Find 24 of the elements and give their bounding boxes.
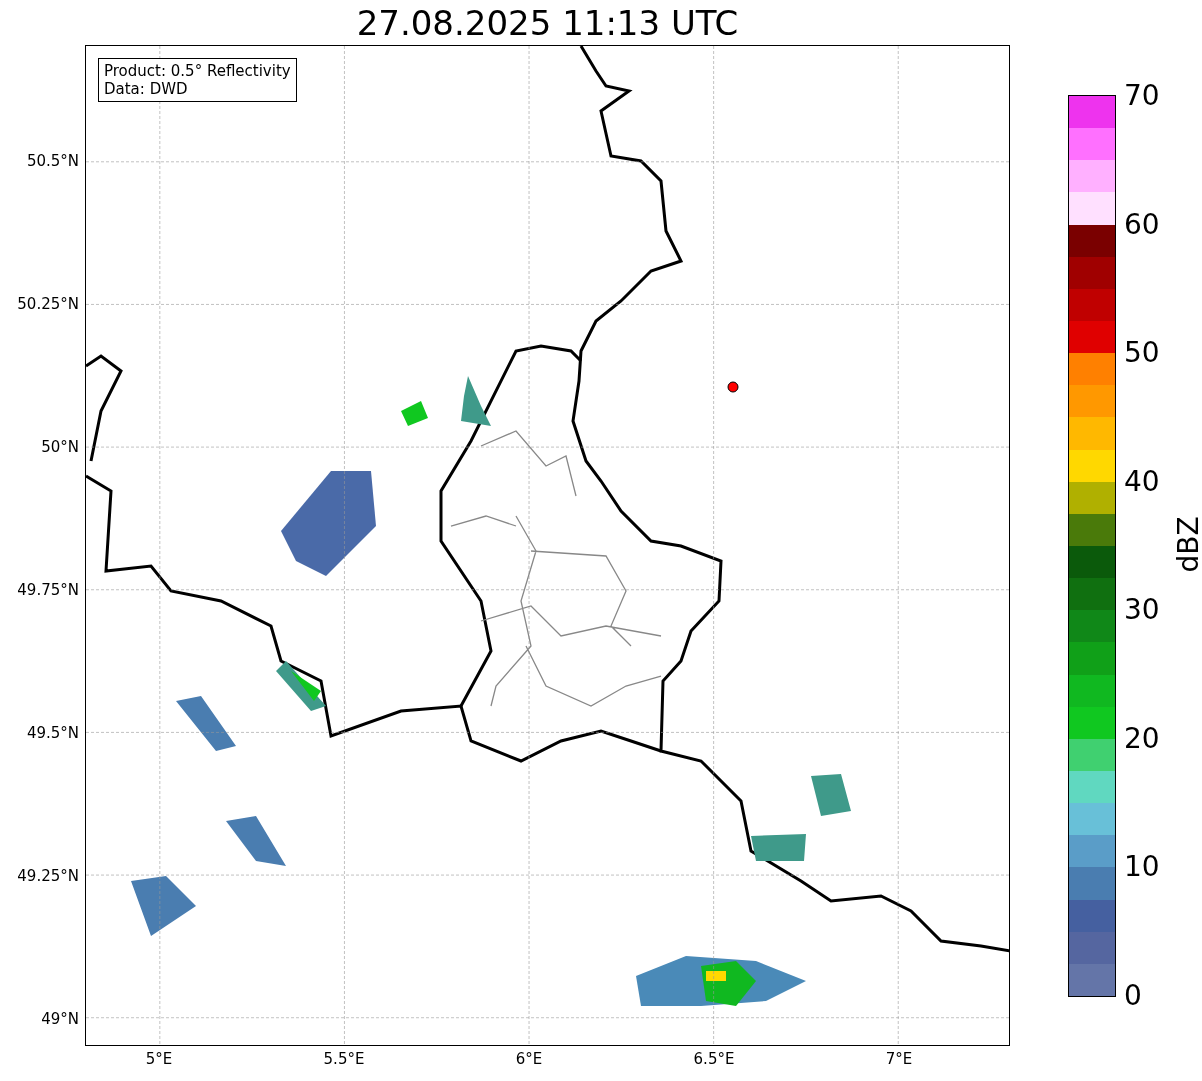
colorbar-tick-label: 60 [1124, 208, 1160, 241]
chart-title: 27.08.2025 11:13 UTC [355, 3, 740, 43]
colorbar-tick-label: 0 [1124, 979, 1143, 1012]
colorbar-tick-label: 70 [1124, 80, 1160, 112]
colorbar-tick-label: 30 [1124, 594, 1160, 627]
axis-tick-label: 49.25°N [17, 866, 79, 885]
axis-tick-label: 50.5°N [26, 152, 79, 170]
colorbar-tick-label: 20 [1124, 722, 1160, 755]
axis-tick-label: 5°E [145, 1050, 173, 1068]
axis-tick-label: 6.5°E [693, 1050, 735, 1068]
axis-tick-label: 7°E [885, 1050, 913, 1068]
legend-text: Data: DWD [104, 80, 189, 98]
axis-tick-label: 49°N [41, 1009, 79, 1028]
axis-tick-label: 50.25°N [17, 294, 79, 313]
axis-tick-label: 50°N [41, 437, 79, 456]
axis-tick-label: 49.5°N [26, 723, 79, 742]
axis-tick-label: 6°E [515, 1050, 543, 1068]
colorbar-label: dBZ [1171, 516, 1202, 573]
axis-tick-label: 5.5°E [323, 1050, 365, 1068]
legend-text: Product: 0.5° Reflectivity [104, 62, 291, 80]
colorbar-tick-label: 40 [1124, 465, 1160, 498]
colorbar-tick-label: 10 [1124, 851, 1160, 884]
axis-tick-label: 49.75°N [17, 580, 79, 599]
colorbar-tick-label: 50 [1124, 337, 1160, 370]
